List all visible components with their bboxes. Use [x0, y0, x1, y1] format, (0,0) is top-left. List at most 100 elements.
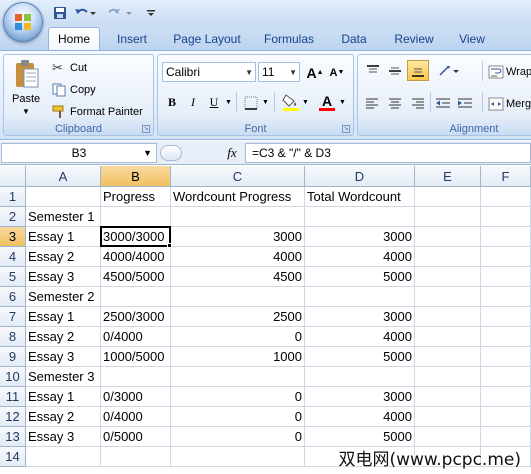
copy-button[interactable]: Copy	[52, 81, 96, 99]
row-header-12[interactable]: 12	[0, 407, 26, 427]
align-center-button[interactable]	[386, 93, 404, 112]
cell-a13[interactable]: Essay 3	[26, 427, 101, 447]
wrap-text-button[interactable]: Wrap	[488, 63, 531, 81]
column-header-d[interactable]: D	[305, 166, 415, 187]
row-header-9[interactable]: 9	[0, 347, 26, 367]
cell-b8[interactable]: 0/4000	[101, 327, 171, 347]
cell-a14[interactable]	[26, 447, 101, 467]
cell-a1[interactable]	[26, 187, 101, 207]
tab-insert[interactable]: Insert	[108, 27, 156, 50]
cell-f6[interactable]	[481, 287, 531, 307]
cell-b1[interactable]: Progress	[101, 187, 171, 207]
row-header-5[interactable]: 5	[0, 267, 26, 287]
column-header-e[interactable]: E	[415, 166, 481, 187]
cell-c10[interactable]	[171, 367, 305, 387]
spreadsheet-grid[interactable]: A B C D E F 1 Progress Wordcount Progress Total W…	[0, 166, 531, 474]
cell-b13[interactable]: 0/5000	[101, 427, 171, 447]
cell-f13[interactable]	[481, 427, 531, 447]
cell-b6[interactable]	[101, 287, 171, 307]
cell-c11[interactable]: 0	[171, 387, 305, 407]
font-size-select[interactable]: 11 ▼	[258, 62, 300, 82]
cell-a6[interactable]: Semester 2	[26, 287, 101, 307]
select-all-corner[interactable]	[0, 166, 26, 187]
cell-a8[interactable]: Essay 2	[26, 327, 101, 347]
formula-bar-resize-handle[interactable]	[160, 145, 182, 161]
cell-f4[interactable]	[481, 247, 531, 267]
cell-e10[interactable]	[415, 367, 481, 387]
cell-f8[interactable]	[481, 327, 531, 347]
cell-d3[interactable]: 3000	[305, 227, 415, 247]
cell-a4[interactable]: Essay 2	[26, 247, 101, 267]
row-header-1[interactable]: 1	[0, 187, 26, 207]
cell-d2[interactable]	[305, 207, 415, 227]
cell-e13[interactable]	[415, 427, 481, 447]
cell-d6[interactable]	[305, 287, 415, 307]
cell-d4[interactable]: 4000	[305, 247, 415, 267]
borders-button[interactable]	[242, 93, 260, 112]
insert-function-button[interactable]: fx	[222, 143, 242, 163]
cell-f10[interactable]	[481, 367, 531, 387]
cell-f12[interactable]	[481, 407, 531, 427]
chevron-down-icon[interactable]: ▼	[225, 99, 232, 106]
font-color-button[interactable]: A	[318, 91, 336, 113]
cell-a3[interactable]: Essay 1	[26, 227, 101, 247]
cell-e4[interactable]	[415, 247, 481, 267]
align-top-button[interactable]	[364, 61, 382, 80]
column-header-b[interactable]: B	[101, 166, 171, 187]
cell-a5[interactable]: Essay 3	[26, 267, 101, 287]
column-header-a[interactable]: A	[26, 166, 101, 187]
cell-c5[interactable]: 4500	[171, 267, 305, 287]
cell-c1[interactable]: Wordcount Progress	[171, 187, 305, 207]
cell-c12[interactable]: 0	[171, 407, 305, 427]
cell-e12[interactable]	[415, 407, 481, 427]
cell-b4[interactable]: 4000/4000	[101, 247, 171, 267]
chevron-down-icon[interactable]: ▼	[262, 99, 269, 106]
merge-center-button[interactable]: Merg	[488, 95, 531, 113]
italic-button[interactable]: I	[184, 93, 202, 112]
row-header-2[interactable]: 2	[0, 207, 26, 227]
decrease-indent-button[interactable]	[434, 93, 452, 112]
cell-b5[interactable]: 4500/5000	[101, 267, 171, 287]
cell-b10[interactable]	[101, 367, 171, 387]
fill-handle[interactable]	[167, 243, 172, 248]
row-header-4[interactable]: 4	[0, 247, 26, 267]
cut-button[interactable]: ✂ Cut	[52, 59, 87, 77]
cell-c8[interactable]: 0	[171, 327, 305, 347]
tab-data[interactable]: Data	[334, 27, 374, 50]
tab-view[interactable]: View	[452, 27, 492, 50]
cell-b2[interactable]	[101, 207, 171, 227]
cell-f5[interactable]	[481, 267, 531, 287]
cell-e3[interactable]	[415, 227, 481, 247]
grow-font-button[interactable]: A ▲	[306, 63, 324, 82]
cell-c3[interactable]: 3000	[171, 227, 305, 247]
chevron-down-icon[interactable]: ▼	[339, 99, 346, 106]
cell-f11[interactable]	[481, 387, 531, 407]
cell-a7[interactable]: Essay 1	[26, 307, 101, 327]
cell-b11[interactable]: 0/3000	[101, 387, 171, 407]
align-bottom-button[interactable]	[407, 60, 429, 81]
cell-f9[interactable]	[481, 347, 531, 367]
row-header-8[interactable]: 8	[0, 327, 26, 347]
row-header-7[interactable]: 7	[0, 307, 26, 327]
cell-d9[interactable]: 5000	[305, 347, 415, 367]
row-header-6[interactable]: 6	[0, 287, 26, 307]
cell-c6[interactable]	[171, 287, 305, 307]
customize-quick-access-icon[interactable]	[144, 4, 158, 22]
cell-e5[interactable]	[415, 267, 481, 287]
shrink-font-button[interactable]: A ▼	[328, 63, 346, 82]
cell-e8[interactable]	[415, 327, 481, 347]
column-header-f[interactable]: F	[481, 166, 531, 187]
align-middle-button[interactable]	[386, 61, 404, 80]
cell-a10[interactable]: Semester 3	[26, 367, 101, 387]
save-icon[interactable]	[52, 4, 68, 22]
row-header-13[interactable]: 13	[0, 427, 26, 447]
cell-e11[interactable]	[415, 387, 481, 407]
name-box[interactable]: B3 ▼	[1, 143, 157, 163]
row-header-3[interactable]: 3	[0, 227, 26, 247]
format-painter-button[interactable]: Format Painter	[52, 103, 143, 121]
cell-b3[interactable]: 3000/3000	[101, 227, 171, 247]
undo-icon[interactable]	[72, 4, 98, 22]
underline-button[interactable]: U	[205, 93, 223, 112]
cell-c2[interactable]	[171, 207, 305, 227]
cell-c14[interactable]	[171, 447, 305, 467]
